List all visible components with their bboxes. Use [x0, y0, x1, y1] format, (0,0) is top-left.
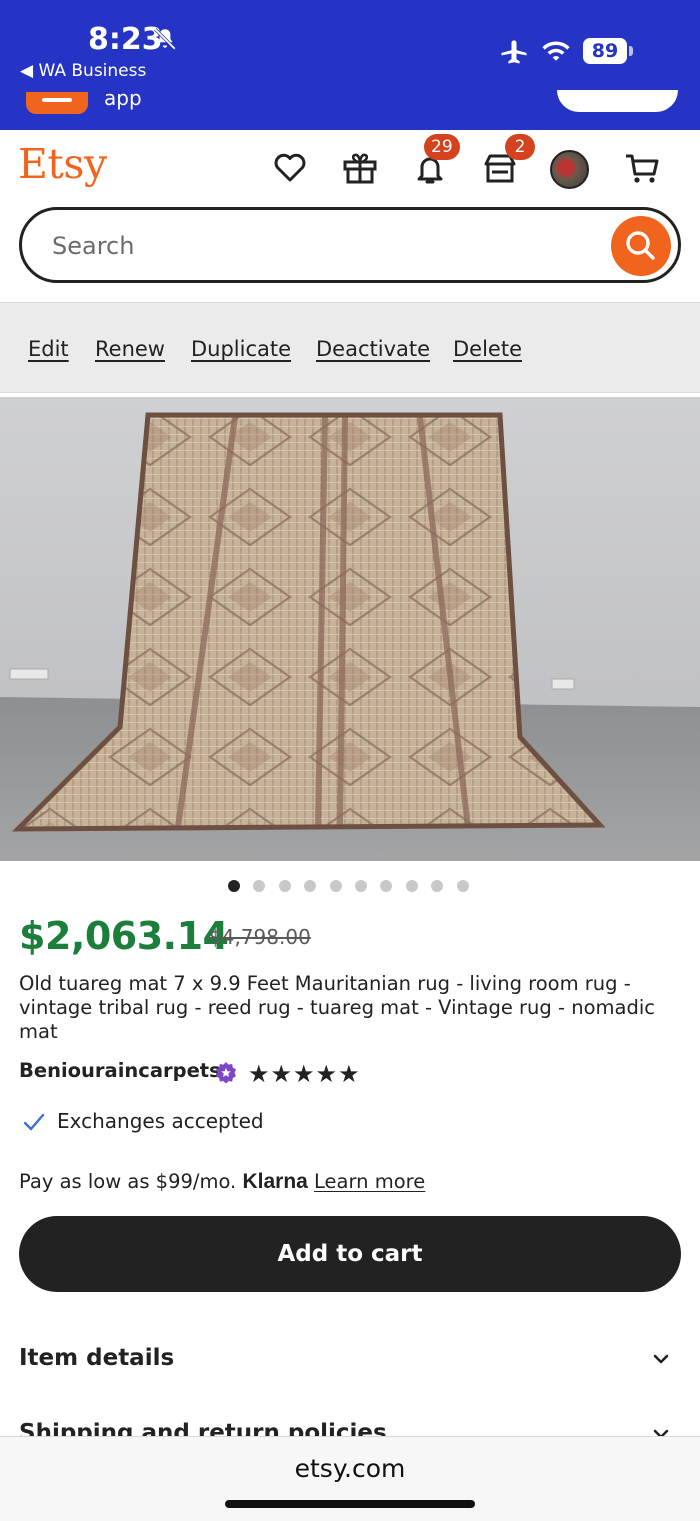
deactivate-link[interactable]: Deactivate [316, 337, 430, 361]
url-display[interactable]: etsy.com [0, 1454, 700, 1483]
home-indicator[interactable] [225, 1500, 475, 1508]
airplane-mode-icon [501, 40, 527, 64]
delete-link[interactable]: Delete [453, 337, 522, 361]
klarna-financing-line: Pay as low as $99/mo. Klarna Learn more [19, 1170, 425, 1194]
listing-owner-actions: Edit Renew Duplicate Deactivate Delete [0, 303, 700, 393]
listing-title: Old tuareg mat 7 x 9.9 Feet Mauritanian … [19, 972, 655, 1043]
klarna-logo: Klarna [242, 1170, 308, 1193]
search-bar[interactable]: Search [19, 207, 681, 283]
rating-stars: ★★★★★ [248, 1061, 361, 1088]
profile-avatar[interactable] [550, 150, 589, 189]
carousel-dot[interactable] [278, 880, 291, 892]
listing-photo[interactable] [0, 397, 700, 861]
gift-icon[interactable] [340, 148, 380, 188]
carousel-dot[interactable] [405, 880, 418, 892]
seller-updates-count-badge: 2 [505, 134, 535, 160]
chevron-down-icon[interactable] [649, 1347, 673, 1371]
search-input[interactable]: Search [52, 232, 134, 260]
carousel-dot[interactable] [329, 880, 342, 892]
carousel-dot[interactable] [456, 880, 469, 892]
cart-icon[interactable] [622, 148, 662, 188]
app-banner-icon[interactable] [26, 92, 88, 114]
battery-level: 89 [583, 38, 627, 64]
renew-link[interactable]: Renew [95, 337, 165, 361]
favorites-heart-icon[interactable] [270, 148, 310, 188]
learn-more-link[interactable]: Learn more [314, 1170, 425, 1193]
duplicate-link[interactable]: Duplicate [191, 337, 291, 361]
browser-address-bar: etsy.com [0, 1436, 700, 1521]
original-price: $4,798.00 [209, 925, 311, 949]
carousel-dot[interactable] [355, 880, 367, 892]
shop-name-link[interactable]: Beniouraincarpets [19, 1059, 221, 1082]
back-to-app-link[interactable]: ◀ WA Business [20, 61, 146, 81]
carousel-dot[interactable] [431, 880, 444, 892]
status-bar: 8:23 ◀ WA Business 89 app [0, 0, 700, 130]
exchanges-accepted-text: Exchanges accepted [57, 1109, 264, 1133]
app-banner-text: app [104, 86, 142, 110]
app-banner-open-button[interactable] [557, 90, 678, 112]
search-button[interactable] [611, 216, 671, 276]
pay-as-low-text: Pay as low as $99/mo. [19, 1170, 237, 1193]
wifi-icon [542, 41, 570, 61]
notifications-count-badge: 29 [424, 134, 460, 160]
etsy-logo[interactable]: Etsy [18, 140, 107, 188]
silent-bell-icon [154, 28, 176, 50]
carousel-dot[interactable] [380, 880, 393, 892]
add-to-cart-button[interactable]: Add to cart [19, 1216, 681, 1292]
checkmark-icon [23, 1113, 45, 1131]
carousel-dot[interactable] [228, 880, 240, 892]
search-icon [626, 231, 655, 260]
edit-link[interactable]: Edit [28, 337, 69, 361]
star-seller-badge-icon [216, 1062, 236, 1084]
battery-tip [629, 46, 633, 56]
carousel-dot[interactable] [304, 880, 317, 892]
item-details-toggle[interactable]: Item details [19, 1345, 174, 1371]
sale-price: $2,063.14 [19, 914, 229, 958]
carousel-dot[interactable] [253, 880, 266, 892]
